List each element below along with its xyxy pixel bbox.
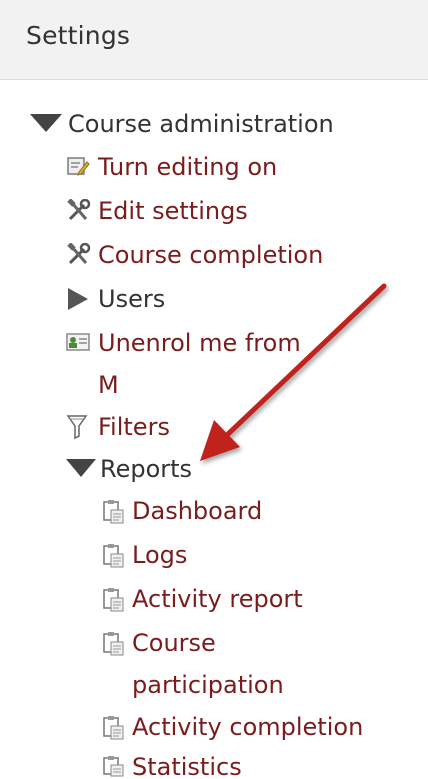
tools-icon (67, 199, 91, 221)
triangle-down-icon (66, 459, 96, 477)
settings-header: Settings (0, 0, 428, 80)
turn-editing-on-link[interactable]: Turn editing on (98, 153, 277, 181)
course-administration-label: Course administration (68, 110, 334, 138)
activity-completion-link[interactable]: Activity completion (132, 713, 363, 741)
tools-icon (67, 243, 91, 265)
activity-report-link[interactable]: Activity report (132, 585, 303, 613)
users-label: Users (98, 285, 166, 313)
report-icon (103, 588, 124, 612)
report-icon (103, 632, 124, 656)
unenrol-link-line2[interactable]: M (98, 371, 119, 399)
course-completion-link[interactable]: Course completion (98, 241, 323, 269)
reports-label: Reports (100, 455, 193, 483)
filters-link[interactable]: Filters (98, 413, 170, 441)
user-card-icon (66, 333, 90, 351)
logs-link[interactable]: Logs (132, 541, 187, 569)
triangle-right-icon (68, 288, 88, 310)
settings-title: Settings (26, 21, 131, 50)
dashboard-link[interactable]: Dashboard (132, 497, 262, 525)
edit-icon (67, 157, 90, 176)
course-participation-link-line1[interactable]: Course (132, 629, 216, 657)
unenrol-link-line1[interactable]: Unenrol me from (98, 329, 301, 357)
settings-block: Settings Course administration Turn edit… (0, 0, 428, 779)
statistics-link[interactable]: Statistics (132, 753, 242, 779)
settings-tree: Course administration Turn editing on Ed… (0, 80, 428, 779)
report-icon (103, 500, 124, 524)
report-icon (103, 716, 124, 740)
filter-icon (66, 415, 88, 440)
course-participation-link-line2[interactable]: participation (132, 671, 284, 699)
report-icon (103, 756, 124, 777)
edit-settings-link[interactable]: Edit settings (98, 197, 248, 225)
triangle-down-icon (30, 114, 62, 132)
report-icon (103, 544, 124, 568)
